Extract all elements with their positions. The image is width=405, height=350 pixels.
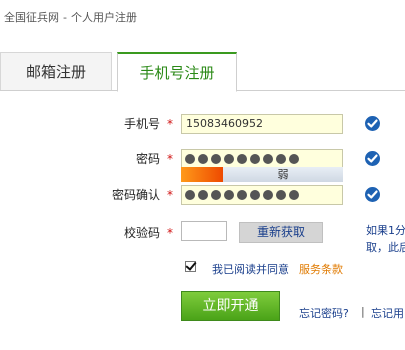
breadcrumb: 全国征兵网 - 个人用户注册 bbox=[4, 9, 137, 25]
password-valid-check-icon bbox=[365, 151, 380, 166]
phone-value: 15083460952 bbox=[186, 117, 263, 130]
refresh-captcha-button[interactable]: 重新获取 bbox=[239, 222, 323, 243]
breadcrumb-separator: - bbox=[63, 11, 67, 24]
phone-valid-check-icon bbox=[365, 116, 380, 131]
submit-button[interactable]: 立即开通 bbox=[181, 291, 280, 321]
confirm-password-label: 密码确认 bbox=[111, 188, 160, 202]
tab-email-register[interactable]: 邮箱注册 bbox=[0, 52, 112, 90]
tab-phone-register[interactable]: 手机号注册 bbox=[117, 52, 237, 92]
confirm-password-field[interactable] bbox=[181, 185, 343, 205]
password-masked-value bbox=[185, 152, 299, 166]
breadcrumb-current: 个人用户注册 bbox=[70, 11, 137, 24]
password-strength-track: 弱 bbox=[223, 167, 343, 182]
password-required-mark: * bbox=[167, 152, 173, 166]
password-strength-fill bbox=[181, 167, 223, 182]
phone-field[interactable]: 15083460952 bbox=[181, 114, 343, 134]
captcha-label: 校验码 bbox=[123, 226, 160, 240]
password-label: 密码 bbox=[135, 152, 160, 166]
breadcrumb-site[interactable]: 全国征兵网 bbox=[4, 11, 59, 24]
terms-of-service-link[interactable]: 服务条款 bbox=[299, 261, 343, 277]
captcha-hint-line2: 取，此后 bbox=[366, 241, 405, 254]
password-field[interactable] bbox=[181, 149, 343, 168]
agreement-checkbox[interactable] bbox=[185, 261, 196, 272]
confirm-masked-value bbox=[185, 188, 299, 202]
captcha-input[interactable] bbox=[181, 221, 227, 241]
captcha-hint-line1: 如果1分 bbox=[366, 224, 405, 237]
forgot-password-link[interactable]: 忘记密码? bbox=[299, 305, 349, 321]
password-strength-meter: 弱 bbox=[181, 167, 343, 182]
confirm-required-mark: * bbox=[167, 188, 173, 202]
captcha-required-mark: * bbox=[167, 226, 173, 240]
footer-separator: | bbox=[361, 305, 365, 318]
agreement-text: 我已阅读并同意 bbox=[212, 263, 289, 276]
forgot-username-link[interactable]: 忘记用 bbox=[371, 305, 404, 321]
confirm-valid-check-icon bbox=[365, 187, 380, 202]
phone-label: 手机号 bbox=[123, 117, 160, 131]
registration-page: 全国征兵网 - 个人用户注册 邮箱注册 手机号注册 手机号 * 1508346095… bbox=[0, 0, 405, 350]
phone-required-mark: * bbox=[167, 117, 173, 131]
password-strength-label: 弱 bbox=[277, 168, 289, 181]
